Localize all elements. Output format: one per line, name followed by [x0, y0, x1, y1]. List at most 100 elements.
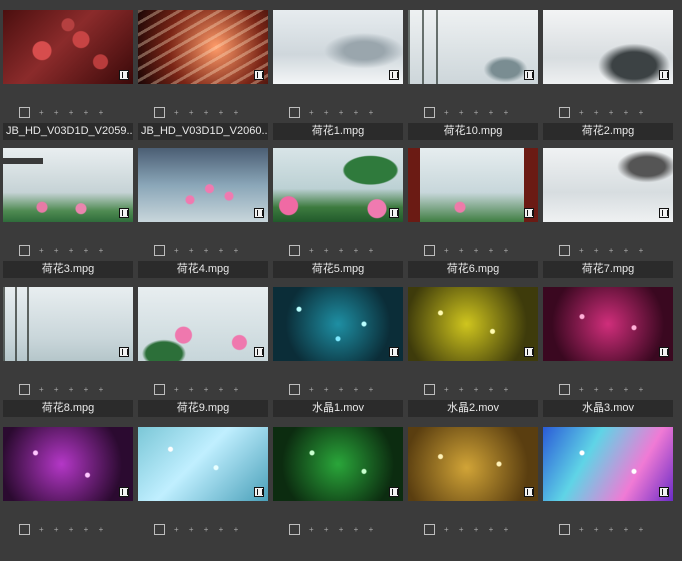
rating-stars[interactable]: + + + + +: [309, 525, 377, 534]
rating-stars[interactable]: + + + + +: [39, 385, 107, 394]
select-checkbox[interactable]: [424, 244, 435, 256]
clip-tile[interactable]: + + + + + 水晶3.mov: [543, 287, 673, 421]
clip-thumbnail[interactable]: [543, 427, 673, 501]
clip-controls: + + + + +: [154, 523, 242, 535]
clip-filename: 荷花6.mpg: [408, 261, 538, 278]
select-checkbox[interactable]: [154, 244, 165, 256]
clip-filename: 荷花7.mpg: [543, 261, 673, 278]
clip-thumbnail[interactable]: [273, 287, 403, 361]
rating-stars[interactable]: + + + + +: [174, 108, 242, 117]
select-checkbox[interactable]: [154, 106, 165, 118]
rating-stars[interactable]: + + + + +: [39, 108, 107, 117]
clip-tile[interactable]: + + + + + 荷花6.mpg: [408, 148, 538, 282]
film-icon: [524, 208, 534, 218]
clip-tile[interactable]: + + + + +: [3, 427, 133, 561]
clip-tile[interactable]: + + + + + 荷花2.mpg: [543, 10, 673, 144]
rating-stars[interactable]: + + + + +: [579, 525, 647, 534]
select-checkbox[interactable]: [19, 106, 30, 118]
clip-thumbnail[interactable]: [3, 148, 133, 222]
select-checkbox[interactable]: [559, 244, 570, 256]
film-icon: [119, 70, 129, 80]
rating-stars[interactable]: + + + + +: [174, 525, 242, 534]
clip-tile[interactable]: + + + + +: [408, 427, 538, 561]
clip-filename: 水晶1.mov: [273, 400, 403, 417]
select-checkbox[interactable]: [559, 106, 570, 118]
film-icon: [389, 208, 399, 218]
clip-thumbnail[interactable]: [3, 427, 133, 501]
clip-thumbnail[interactable]: [543, 10, 673, 84]
clip-filename: 荷花9.mpg: [138, 400, 268, 417]
clip-thumbnail[interactable]: [408, 10, 538, 84]
clip-thumbnail[interactable]: [408, 148, 538, 222]
clip-tile[interactable]: + + + + +: [543, 427, 673, 561]
select-checkbox[interactable]: [19, 244, 30, 256]
clip-controls: + + + + +: [154, 106, 242, 118]
clip-thumbnail[interactable]: [138, 148, 268, 222]
clip-tile[interactable]: + + + + + 水晶2.mov: [408, 287, 538, 421]
film-icon: [524, 70, 534, 80]
film-icon: [389, 487, 399, 497]
clip-tile[interactable]: + + + + +: [138, 427, 268, 561]
clip-thumbnail[interactable]: [273, 10, 403, 84]
clip-filename: 荷花2.mpg: [543, 123, 673, 140]
clip-thumbnail[interactable]: [3, 10, 133, 84]
clip-tile[interactable]: + + + + + 荷花4.mpg: [138, 148, 268, 282]
select-checkbox[interactable]: [289, 106, 300, 118]
film-icon: [389, 347, 399, 357]
rating-stars[interactable]: + + + + +: [444, 108, 512, 117]
film-icon: [659, 208, 669, 218]
clip-filename: 荷花10.mpg: [408, 123, 538, 140]
film-icon: [119, 487, 129, 497]
clip-filename: 荷花3.mpg: [3, 261, 133, 278]
clip-tile[interactable]: + + + + + 荷花3.mpg: [3, 148, 133, 282]
clip-tile[interactable]: + + + + + 荷花10.mpg: [408, 10, 538, 144]
rating-stars[interactable]: + + + + +: [444, 385, 512, 394]
clip-tile[interactable]: + + + + + 水晶1.mov: [273, 287, 403, 421]
clip-thumbnail[interactable]: [3, 287, 133, 361]
clip-controls: + + + + +: [19, 106, 107, 118]
clip-controls: + + + + +: [559, 383, 647, 395]
clip-thumbnail[interactable]: [273, 427, 403, 501]
clip-tile[interactable]: + + + + + 荷花8.mpg: [3, 287, 133, 421]
clip-tile[interactable]: + + + + + 荷花1.mpg: [273, 10, 403, 144]
clip-controls: + + + + +: [289, 383, 377, 395]
select-checkbox[interactable]: [19, 383, 30, 395]
select-checkbox[interactable]: [424, 383, 435, 395]
clip-tile[interactable]: + + + + + 荷花5.mpg: [273, 148, 403, 282]
clip-tile[interactable]: + + + + + 荷花7.mpg: [543, 148, 673, 282]
rating-stars[interactable]: + + + + +: [39, 525, 107, 534]
clip-thumbnail[interactable]: [273, 148, 403, 222]
clip-filename: 荷花5.mpg: [273, 261, 403, 278]
clip-tile[interactable]: + + + + + JB_HD_V03D1D_V2060...: [138, 10, 268, 144]
rating-stars[interactable]: + + + + +: [444, 246, 512, 255]
rating-stars[interactable]: + + + + +: [579, 246, 647, 255]
clip-thumbnail[interactable]: [138, 287, 268, 361]
select-checkbox[interactable]: [289, 383, 300, 395]
rating-stars[interactable]: + + + + +: [309, 246, 377, 255]
clip-thumbnail[interactable]: [408, 427, 538, 501]
rating-stars[interactable]: + + + + +: [309, 385, 377, 394]
select-checkbox[interactable]: [559, 383, 570, 395]
clip-thumbnail[interactable]: [543, 148, 673, 222]
clip-tile[interactable]: + + + + + JB_HD_V03D1D_V2059...: [3, 10, 133, 144]
clip-tile[interactable]: + + + + + 荷花9.mpg: [138, 287, 268, 421]
clip-thumbnail[interactable]: [138, 427, 268, 501]
film-icon: [659, 487, 669, 497]
rating-stars[interactable]: + + + + +: [174, 246, 242, 255]
rating-stars[interactable]: + + + + +: [444, 525, 512, 534]
rating-stars[interactable]: + + + + +: [309, 108, 377, 117]
rating-stars[interactable]: + + + + +: [39, 246, 107, 255]
rating-stars[interactable]: + + + + +: [174, 385, 242, 394]
rating-stars[interactable]: + + + + +: [579, 108, 647, 117]
select-checkbox[interactable]: [154, 383, 165, 395]
film-icon: [254, 487, 264, 497]
film-icon: [524, 487, 534, 497]
clip-thumbnail[interactable]: [543, 287, 673, 361]
clip-thumbnail[interactable]: [408, 287, 538, 361]
rating-stars[interactable]: + + + + +: [579, 385, 647, 394]
clip-controls: + + + + +: [19, 383, 107, 395]
select-checkbox[interactable]: [289, 244, 300, 256]
clip-tile[interactable]: + + + + +: [273, 427, 403, 561]
select-checkbox[interactable]: [424, 106, 435, 118]
clip-thumbnail[interactable]: [138, 10, 268, 84]
